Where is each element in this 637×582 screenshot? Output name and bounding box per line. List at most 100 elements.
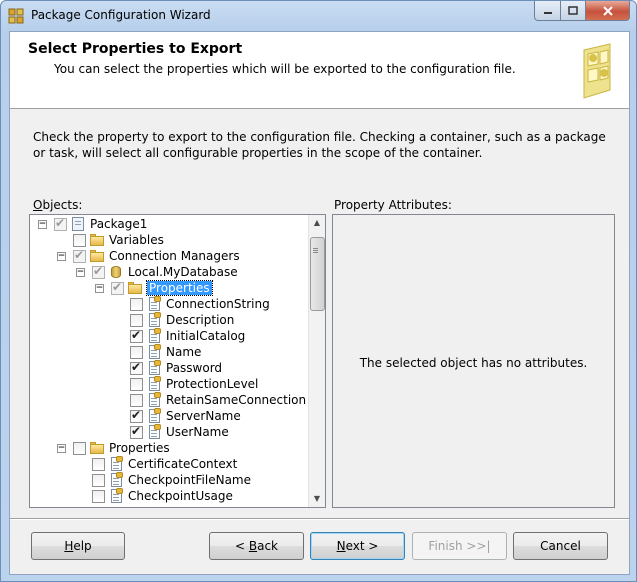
package-wizard-icon (8, 8, 24, 24)
tree-item[interactable]: CheckpointFileName (76, 472, 251, 488)
next-button[interactable]: Next > (310, 532, 405, 560)
tree-item-checkbox[interactable] (92, 489, 105, 503)
minimize-button[interactable] (534, 1, 561, 21)
finish-button[interactable]: Finish >>| (412, 532, 507, 560)
tree-item[interactable]: UserName (114, 424, 229, 440)
close-icon (602, 5, 613, 16)
collapse-toggle-icon[interactable]: − (57, 251, 66, 261)
tree-item[interactable]: Password (114, 360, 222, 376)
tree-item-checkbox[interactable] (92, 457, 105, 471)
page-subtitle: You can select the properties which will… (54, 62, 516, 76)
help-button[interactable]: Help (31, 532, 125, 560)
scroll-grip-icon (313, 248, 318, 249)
tree-item-checkbox[interactable] (73, 233, 86, 247)
folder-icon (89, 440, 105, 456)
property-icon (146, 392, 162, 408)
wizard-header: Select Properties to Export You can sele… (10, 32, 629, 109)
property-icon (108, 456, 124, 472)
tree-item-checkbox[interactable] (111, 280, 124, 295)
collapse-toggle-icon[interactable]: − (38, 219, 47, 229)
cancel-button[interactable]: Cancel (513, 532, 608, 560)
tree-item-checkbox[interactable] (54, 216, 67, 231)
package-icon (70, 216, 86, 232)
close-button[interactable] (586, 1, 630, 21)
tree-item[interactable]: Description (114, 312, 234, 328)
tree-item[interactable]: CertificateContext (76, 456, 237, 472)
tree-item-label: Properties (109, 441, 170, 455)
collapse-toggle-icon[interactable]: − (76, 267, 85, 277)
wizard-window: Package Configuration Wizard Select Prop… (0, 0, 637, 582)
property-icon (108, 488, 124, 504)
tree-item-checkbox[interactable] (130, 424, 143, 439)
tree-item-label: CheckpointUsage (128, 489, 233, 503)
objects-tree[interactable]: ▲ ▼ − Package1 Variables − Connection Manage… (29, 214, 326, 508)
tree-item-label: Package1 (90, 217, 148, 231)
window-title: Package Configuration Wizard (31, 8, 211, 22)
tree-item[interactable]: InitialCatalog (114, 328, 245, 344)
tree-item[interactable]: − Package1 (38, 216, 147, 232)
footer-divider (10, 518, 629, 520)
tree-item-label: CertificateContext (128, 457, 238, 471)
property-icon (146, 296, 162, 312)
minimize-icon (543, 11, 552, 14)
tree-item-label: Password (166, 361, 223, 375)
tree-item-checkbox[interactable] (130, 345, 143, 359)
tree-item-label: Properties (146, 280, 213, 296)
tree-item[interactable]: − Properties (95, 280, 213, 296)
property-attributes-panel: The selected object has no attributes. (332, 214, 615, 508)
tree-item-checkbox[interactable] (73, 248, 86, 263)
tree-item-checkbox[interactable] (130, 408, 143, 423)
tree-item[interactable]: − Properties (57, 440, 170, 456)
property-attributes-label: Property Attributes: (334, 198, 452, 212)
instructions-text: Check the property to export to the conf… (33, 130, 606, 160)
title-bar: Package Configuration Wizard (1, 1, 636, 31)
tree-item-label: RetainSameConnection (166, 393, 307, 407)
maximize-button[interactable] (561, 1, 586, 21)
tree-item[interactable]: ProtectionLevel (114, 376, 258, 392)
tree-item-label: UserName (166, 425, 229, 439)
property-icon (146, 344, 162, 360)
tree-item-label: InitialCatalog (166, 329, 246, 343)
tree-item-label: Variables (109, 233, 164, 247)
tree-item-checkbox[interactable] (92, 264, 105, 279)
scroll-up-arrow-icon[interactable]: ▲ (309, 215, 325, 231)
tree-vertical-scrollbar[interactable]: ▲ ▼ (308, 215, 325, 507)
no-attributes-message: The selected object has no attributes. (359, 356, 588, 370)
tree-item-checkbox[interactable] (130, 297, 143, 311)
collapse-toggle-icon[interactable]: − (95, 283, 104, 293)
tree-item[interactable]: Variables (57, 232, 164, 248)
tree-item-checkbox[interactable] (130, 313, 143, 327)
scroll-down-arrow-icon[interactable]: ▼ (309, 491, 325, 507)
tree-item[interactable]: ServerName (114, 408, 241, 424)
page-title: Select Properties to Export (28, 41, 243, 57)
tree-item-label: Connection Managers (109, 249, 240, 263)
property-icon (146, 328, 162, 344)
property-icon (108, 472, 124, 488)
folder-icon (89, 248, 105, 264)
back-button[interactable]: < Back (209, 532, 304, 560)
tree-item[interactable]: − Connection Managers (57, 248, 240, 264)
objects-label: Objects: (33, 198, 83, 212)
tree-item-checkbox[interactable] (73, 441, 86, 455)
tree-item[interactable]: CheckpointUsage (76, 488, 233, 504)
tree-item-label: Local.MyDatabase (128, 265, 238, 279)
maximize-icon (568, 5, 578, 15)
tree-item-checkbox[interactable] (130, 393, 143, 407)
wizard-banner-icon (583, 43, 611, 99)
tree-item-checkbox[interactable] (92, 473, 105, 487)
tree-item-checkbox[interactable] (130, 377, 143, 391)
tree-item-label: ProtectionLevel (166, 377, 259, 391)
tree-item[interactable]: RetainSameConnection (114, 392, 306, 408)
tree-item-checkbox[interactable] (130, 360, 143, 375)
tree-item-checkbox[interactable] (130, 328, 143, 343)
tree-item-label: ServerName (166, 409, 241, 423)
wizard-body: Select Properties to Export You can sele… (9, 31, 630, 575)
tree-item[interactable]: Name (114, 344, 201, 360)
property-icon (146, 312, 162, 328)
collapse-toggle-icon[interactable]: − (57, 443, 66, 453)
property-icon (146, 408, 162, 424)
tree-item[interactable]: − Local.MyDatabase (76, 264, 238, 280)
folder-icon (89, 232, 105, 248)
database-icon (108, 264, 124, 280)
tree-item[interactable]: ConnectionString (114, 296, 270, 312)
